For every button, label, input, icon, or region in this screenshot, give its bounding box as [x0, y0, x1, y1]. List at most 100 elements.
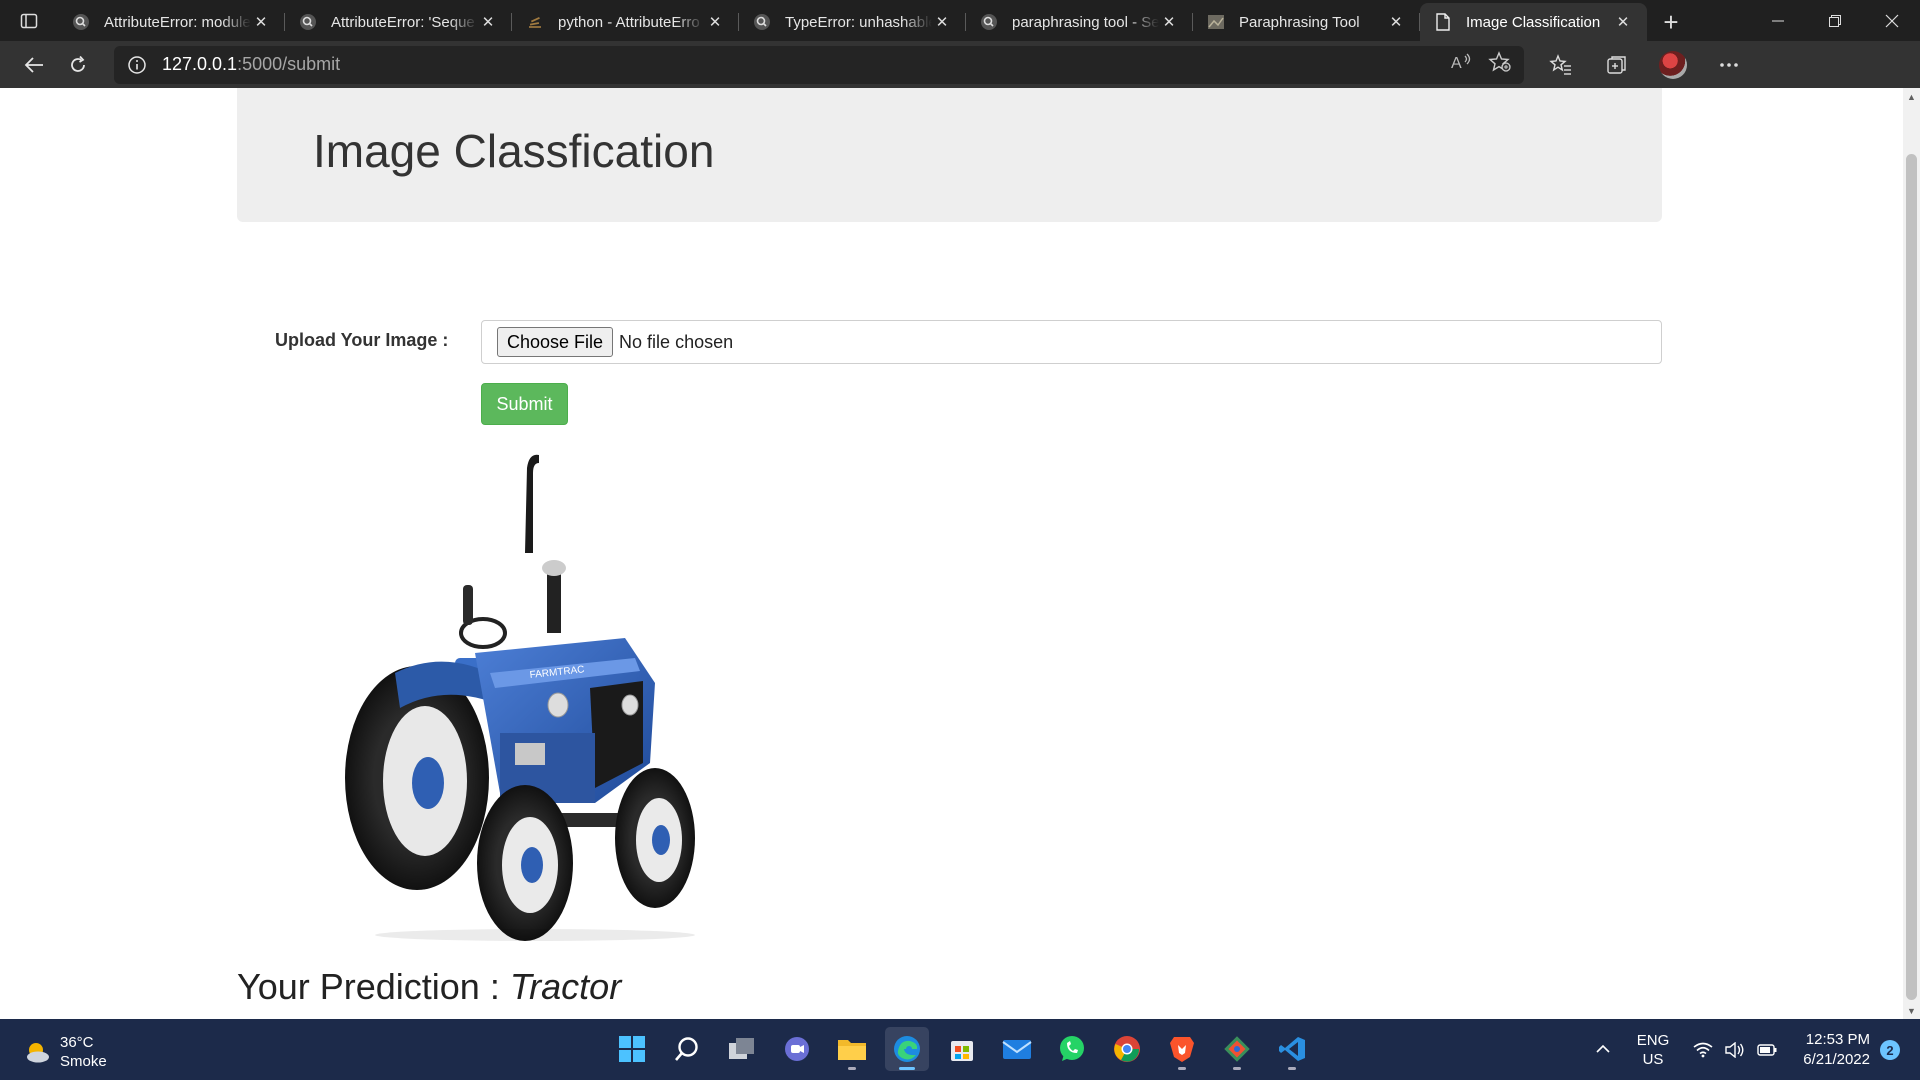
- more-icon: [1720, 62, 1738, 67]
- tab-title: Paraphrasing Tool: [1239, 13, 1360, 31]
- search-icon: [753, 13, 771, 31]
- start-icon: [619, 1036, 645, 1062]
- weather-widget[interactable]: 36°C Smoke: [24, 1033, 107, 1071]
- tab-title: AttributeError: module: [104, 13, 251, 31]
- submit-button[interactable]: Submit: [481, 383, 568, 425]
- favorites-list-icon: [1549, 53, 1571, 75]
- tab-title: paraphrasing tool - Se: [1012, 13, 1159, 31]
- file-explorer-icon: [838, 1040, 866, 1060]
- prediction-result: Your Prediction : Tractor: [237, 966, 621, 1008]
- search-icon: [299, 13, 317, 31]
- minimize-icon: [1771, 20, 1784, 21]
- close-tab-icon[interactable]: ✕: [932, 12, 952, 32]
- collections-icon: [1607, 55, 1626, 74]
- close-tab-icon[interactable]: ✕: [705, 12, 725, 32]
- window-controls: [1749, 0, 1920, 41]
- browser-tab-bar: AttributeError: module ✕ AttributeError:…: [0, 0, 1920, 41]
- whatsapp-button[interactable]: [1050, 1027, 1094, 1071]
- close-tab-icon[interactable]: ✕: [251, 12, 271, 32]
- mail-button[interactable]: [995, 1027, 1039, 1071]
- file-input[interactable]: Choose File No file chosen: [481, 320, 1662, 364]
- tab-actions-button[interactable]: [0, 0, 58, 41]
- address-bar[interactable]: 127.0.0.1:5000/submit A: [114, 45, 1524, 84]
- close-icon: [1885, 14, 1898, 27]
- upload-label: Upload Your Image :: [275, 330, 449, 350]
- minimize-button[interactable]: [1749, 0, 1806, 41]
- tab-title: Image Classification: [1466, 13, 1601, 31]
- tab-paraphrasing-tool[interactable]: Paraphrasing Tool ✕: [1193, 3, 1420, 41]
- start-button[interactable]: [610, 1027, 654, 1071]
- vscode-icon: [1279, 1037, 1305, 1061]
- image-favicon-icon: [1207, 13, 1225, 31]
- tab-paraphrasing-search[interactable]: paraphrasing tool - Se ✕: [966, 3, 1193, 41]
- settings-menu-button[interactable]: [1704, 47, 1754, 83]
- tab-title: AttributeError: 'Seque: [331, 13, 475, 31]
- tab-python-attributeerror[interactable]: python - AttributeErro ✕: [512, 3, 739, 41]
- teams-chat-button[interactable]: [775, 1027, 819, 1071]
- taskbar-search-button[interactable]: [665, 1027, 709, 1071]
- search-icon: [980, 13, 998, 31]
- close-tab-icon[interactable]: ✕: [478, 12, 498, 32]
- site-info-icon[interactable]: [126, 54, 148, 76]
- file-status-text: No file chosen: [619, 331, 734, 352]
- add-favorite-icon[interactable]: [1488, 51, 1512, 78]
- tab-title: python - AttributeErro: [558, 13, 700, 31]
- teams-chat-icon: [785, 1037, 809, 1061]
- refresh-button[interactable]: [56, 47, 100, 83]
- collections-button[interactable]: [1592, 47, 1642, 83]
- avatar: [1659, 50, 1687, 79]
- scrollbar-thumb[interactable]: [1906, 154, 1917, 1000]
- refresh-icon: [71, 55, 85, 72]
- tab-attributeerror-module[interactable]: AttributeError: module ✕: [58, 3, 285, 41]
- system-tray: ENG US 12:53 PM 6/21/2022 2: [1595, 1027, 1900, 1073]
- show-hidden-icons-chevron-icon[interactable]: [1595, 1041, 1611, 1059]
- favorites-button[interactable]: [1536, 47, 1586, 83]
- store-button[interactable]: [940, 1027, 984, 1071]
- close-tab-icon[interactable]: ✕: [1386, 12, 1406, 32]
- weather-temperature: 36°C: [60, 1034, 94, 1051]
- profile-button[interactable]: [1648, 47, 1698, 83]
- brave-icon: [1170, 1037, 1194, 1062]
- page-viewport: Image Classfication Upload Your Image : …: [0, 88, 1920, 1019]
- read-aloud-icon[interactable]: A: [1450, 51, 1474, 78]
- taskbar-apps: [610, 1027, 1314, 1071]
- git-icon: [1224, 1036, 1250, 1062]
- tab-actions-icon: [20, 13, 38, 28]
- chrome-button[interactable]: [1105, 1027, 1149, 1071]
- git-button[interactable]: [1215, 1027, 1259, 1071]
- svg-text:A: A: [1451, 55, 1462, 72]
- scroll-down-arrow-icon[interactable]: ▼: [1903, 1002, 1920, 1019]
- close-window-button[interactable]: [1863, 0, 1920, 41]
- stackoverflow-icon: [526, 13, 544, 31]
- task-view-icon: [729, 1038, 754, 1059]
- back-arrow-icon: [24, 56, 43, 73]
- back-button[interactable]: [12, 47, 56, 83]
- edge-button[interactable]: [885, 1027, 929, 1071]
- weather-sun-cloud-icon: [27, 1043, 49, 1063]
- file-explorer-button[interactable]: [830, 1027, 874, 1071]
- vscode-button[interactable]: [1270, 1027, 1314, 1071]
- close-tab-icon[interactable]: ✕: [1613, 12, 1633, 32]
- clock[interactable]: 12:53 PM 6/21/2022: [1803, 1030, 1870, 1070]
- header-jumbotron: Image Classfication: [237, 88, 1662, 222]
- restore-button[interactable]: [1806, 0, 1863, 41]
- new-tab-button[interactable]: +: [1647, 3, 1695, 41]
- tab-attributeerror-sequential[interactable]: AttributeError: 'Seque ✕: [285, 3, 512, 41]
- tab-image-classification[interactable]: Image Classification ✕: [1420, 3, 1647, 41]
- tab-typeerror-unhashable[interactable]: TypeError: unhashable ✕: [739, 3, 966, 41]
- search-icon: [72, 13, 90, 31]
- notification-badge[interactable]: 2: [1880, 1040, 1900, 1060]
- language-indicator[interactable]: ENG US: [1637, 1031, 1670, 1069]
- search-icon: [675, 1037, 698, 1061]
- battery-icon: [1757, 1044, 1777, 1056]
- task-view-button[interactable]: [720, 1027, 764, 1071]
- clock-date: 6/21/2022: [1803, 1051, 1870, 1068]
- url-path: :5000/submit: [237, 54, 341, 74]
- store-icon: [951, 1041, 973, 1061]
- brave-button[interactable]: [1160, 1027, 1204, 1071]
- choose-file-button[interactable]: Choose File: [497, 327, 614, 357]
- close-tab-icon[interactable]: ✕: [1159, 12, 1179, 32]
- quick-settings[interactable]: [1693, 1042, 1777, 1058]
- scroll-up-arrow-icon[interactable]: ▲: [1903, 88, 1920, 105]
- vertical-scrollbar[interactable]: ▲ ▼: [1903, 88, 1920, 1019]
